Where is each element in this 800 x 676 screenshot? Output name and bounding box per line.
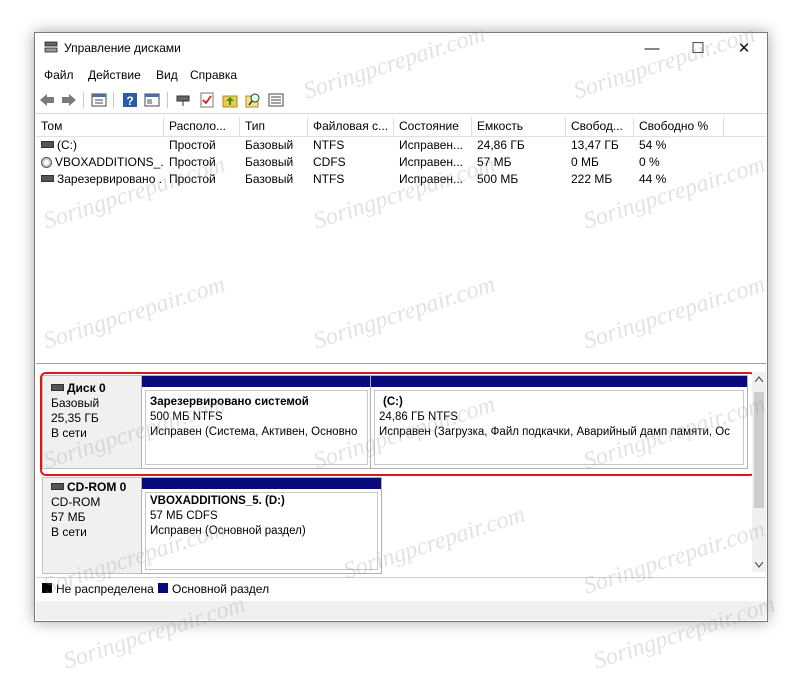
window-title: Управление дисками — [64, 41, 181, 55]
search-icon[interactable] — [244, 91, 262, 109]
disk-layout-area: Диск 0 Базовый 25,35 ГБ В сети Зарезерви… — [36, 367, 766, 575]
legend-primary-label: Основной раздел — [172, 582, 270, 596]
partition-body: VBOXADDITIONS_5. (D:) 57 МБ CDFS Исправе… — [145, 492, 378, 570]
disk-row-cdrom0: CD-ROM 0 CD-ROM 57 МБ В сети VBOXADDITIO… — [36, 477, 752, 574]
volume-name-cell: Зарезервировано ... — [36, 171, 163, 188]
close-button[interactable]: ✕ — [721, 33, 767, 63]
toolbar-separator — [167, 92, 168, 108]
capacity-cell: 24,86 ГБ — [477, 138, 525, 152]
cdrom-drive-icon — [51, 483, 64, 490]
minimize-button[interactable]: — — [629, 33, 675, 63]
scroll-down-icon[interactable] — [755, 562, 763, 568]
menu-file[interactable]: Файл — [44, 68, 74, 82]
cd-icon — [41, 157, 52, 169]
legend: Не распределена Основной раздел — [36, 577, 766, 600]
partition-status: Исправен (Основной раздел) — [150, 525, 306, 537]
disk-name: CD-ROM 0 — [67, 480, 127, 494]
table-row[interactable]: VBOXADDITIONS_... Простой Базовый CDFS И… — [36, 154, 766, 171]
disk-management-window: Управление дисками — ☐ ✕ Файл Действие В… — [34, 32, 768, 622]
toolbar: ? — [35, 87, 767, 114]
column-header-filesystem[interactable]: Файловая с... — [308, 117, 394, 136]
connect-disk-icon[interactable] — [175, 91, 193, 109]
volume-list: Том Располо... Тип Файловая с... Состоян… — [36, 117, 766, 364]
disk-label-cdrom0[interactable]: CD-ROM 0 CD-ROM 57 МБ В сети — [42, 477, 144, 574]
legend-unallocated-swatch — [42, 583, 52, 593]
column-header-free-space[interactable]: Свобод... — [566, 117, 634, 136]
disk-state: В сети — [51, 525, 87, 539]
menu-view[interactable]: Вид — [156, 68, 178, 82]
maximize-button[interactable]: ☐ — [675, 33, 721, 63]
menu-action[interactable]: Действие — [88, 68, 141, 82]
properties-icon[interactable] — [90, 91, 108, 109]
legend-unallocated-label: Не распределена — [56, 582, 154, 596]
scroll-up-icon[interactable] — [755, 376, 763, 382]
show-hide-icon[interactable] — [143, 91, 161, 109]
folder-up-icon[interactable] — [221, 91, 239, 109]
filesystem-cell: NTFS — [313, 138, 345, 152]
partition-title: VBOXADDITIONS_5. (D:) — [150, 495, 285, 507]
back-arrow-icon[interactable] — [38, 91, 56, 109]
column-header-capacity[interactable]: Емкость — [472, 117, 566, 136]
column-header-type[interactable]: Тип — [240, 117, 308, 136]
disk-kind: CD-ROM — [51, 495, 101, 509]
free-space-cell: 222 МБ — [571, 172, 613, 186]
scrollbar-thumb[interactable] — [754, 392, 764, 508]
forward-arrow-icon[interactable] — [60, 91, 78, 109]
partition-size: 57 МБ CDFS — [150, 510, 218, 522]
free-percent-cell: 0 % — [639, 155, 660, 169]
column-header-volume[interactable]: Том — [36, 117, 164, 136]
disk-management-icon — [44, 41, 58, 53]
layout-cell: Простой — [169, 155, 216, 169]
column-header-status[interactable]: Состояние — [394, 117, 472, 136]
capacity-cell: 57 МБ — [477, 155, 512, 169]
status-bar — [36, 601, 766, 620]
table-row[interactable]: (C:) Простой Базовый NTFS Исправен... 24… — [36, 137, 766, 154]
red-highlight-frame — [40, 372, 756, 476]
menu-bar: Файл Действие Вид Справка — [35, 65, 767, 85]
free-percent-cell: 54 % — [639, 138, 667, 152]
layout-cell: Простой — [169, 172, 216, 186]
toolbar-separator — [113, 92, 114, 108]
status-cell: Исправен... — [399, 155, 464, 169]
type-cell: Базовый — [245, 172, 294, 186]
column-header-free-percent[interactable]: Свободно % — [634, 117, 724, 136]
drive-icon — [41, 141, 54, 149]
type-cell: Базовый — [245, 138, 294, 152]
disk-size: 57 МБ — [51, 510, 86, 524]
help-icon[interactable]: ? — [121, 91, 139, 109]
vertical-scrollbar[interactable] — [752, 372, 766, 572]
filesystem-cell: NTFS — [313, 172, 345, 186]
table-row[interactable]: Зарезервировано ... Простой Базовый NTFS… — [36, 171, 766, 188]
svg-text:?: ? — [126, 94, 133, 108]
free-space-cell: 0 МБ — [571, 155, 599, 169]
volume-name-cell: (C:) — [36, 137, 163, 154]
free-space-cell: 13,47 ГБ — [571, 138, 619, 152]
toolbar-separator — [83, 92, 84, 108]
partition-cd[interactable]: VBOXADDITIONS_5. (D:) 57 МБ CDFS Исправе… — [141, 477, 382, 574]
volume-list-header: Том Располо... Тип Файловая с... Состоян… — [36, 117, 766, 137]
type-cell: Базовый — [245, 155, 294, 169]
partition-type-bar — [142, 478, 381, 489]
check-icon[interactable] — [198, 91, 216, 109]
filesystem-cell: CDFS — [313, 155, 346, 169]
status-cell: Исправен... — [399, 138, 464, 152]
free-percent-cell: 44 % — [639, 172, 667, 186]
title-bar[interactable]: Управление дисками — ☐ ✕ — [35, 33, 767, 63]
layout-cell: Простой — [169, 138, 216, 152]
capacity-cell: 500 МБ — [477, 172, 519, 186]
list-view-icon[interactable] — [267, 91, 285, 109]
legend-primary-swatch — [158, 583, 168, 593]
column-header-layout[interactable]: Располо... — [164, 117, 240, 136]
volume-name-cell: VBOXADDITIONS_... — [36, 154, 163, 171]
menu-help[interactable]: Справка — [190, 68, 237, 82]
drive-icon — [41, 175, 54, 183]
status-cell: Исправен... — [399, 172, 464, 186]
